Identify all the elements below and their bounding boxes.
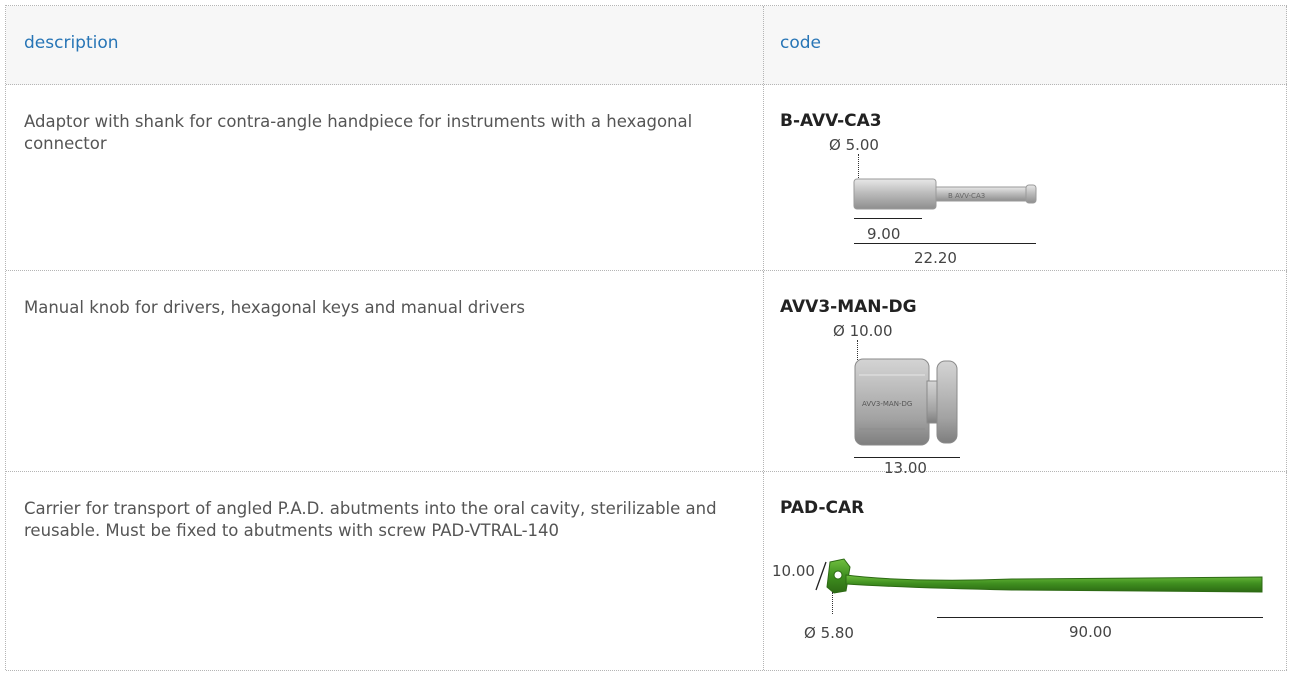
diameter-label: Ø 5.00 bbox=[829, 136, 879, 154]
table-header: description code bbox=[6, 6, 1287, 85]
code-cell: AVV3-MAN-DG Ø 10.00 AVV3-MAN-DG 13.00 bbox=[764, 271, 1287, 477]
diameter-leader bbox=[832, 592, 833, 614]
header-description-cell: description bbox=[6, 6, 764, 84]
description-cell: Carrier for transport of angled P.A.D. a… bbox=[6, 472, 764, 670]
adaptor-illustration: B AVV-CA3 bbox=[853, 178, 1037, 210]
product-code: AVV3-MAN-DG bbox=[780, 297, 917, 317]
table-row: Carrier for transport of angled P.A.D. a… bbox=[6, 472, 1287, 671]
engraving-text: AVV3-MAN-DG bbox=[862, 400, 912, 408]
product-code: B-AVV-CA3 bbox=[780, 111, 882, 131]
table-row: Manual knob for drivers, hexagonal keys … bbox=[6, 271, 1287, 477]
carrier-illustration bbox=[826, 558, 1263, 594]
header-code: code bbox=[780, 33, 821, 53]
description-cell: Adaptor with shank for contra-angle hand… bbox=[6, 85, 764, 270]
length-label: 9.00 bbox=[867, 225, 901, 243]
length-label: 90.00 bbox=[1069, 623, 1112, 641]
total-length-label: 22.20 bbox=[914, 249, 957, 267]
description-cell: Manual knob for drivers, hexagonal keys … bbox=[6, 271, 764, 471]
code-cell: B-AVV-CA3 Ø 5.00 B AVV-CA3 9.00 22.20 bbox=[764, 85, 1287, 270]
product-code: PAD-CAR bbox=[780, 498, 865, 518]
product-table: description code Adaptor with shank for … bbox=[5, 5, 1287, 671]
diameter-label: Ø 5.80 bbox=[804, 624, 854, 642]
code-cell: PAD-CAR 10.00 Ø 5.80 90.00 bbox=[764, 472, 1287, 670]
header-code-cell: code bbox=[764, 6, 1287, 84]
dimension-line bbox=[854, 243, 1036, 244]
product-description: Carrier for transport of angled P.A.D. a… bbox=[24, 499, 717, 540]
engraving-text: B AVV-CA3 bbox=[948, 192, 985, 200]
dimension-line bbox=[937, 617, 1263, 618]
knob-illustration: AVV3-MAN-DG bbox=[854, 358, 958, 446]
header-description: description bbox=[24, 33, 119, 53]
dimension-line bbox=[854, 218, 922, 219]
table-row: Adaptor with shank for contra-angle hand… bbox=[6, 85, 1287, 271]
angle-label: 10.00 bbox=[772, 562, 815, 580]
product-description: Manual knob for drivers, hexagonal keys … bbox=[24, 298, 525, 317]
product-description: Adaptor with shank for contra-angle hand… bbox=[24, 112, 693, 153]
diameter-label: Ø 10.00 bbox=[833, 322, 893, 340]
dimension-line bbox=[854, 457, 960, 458]
